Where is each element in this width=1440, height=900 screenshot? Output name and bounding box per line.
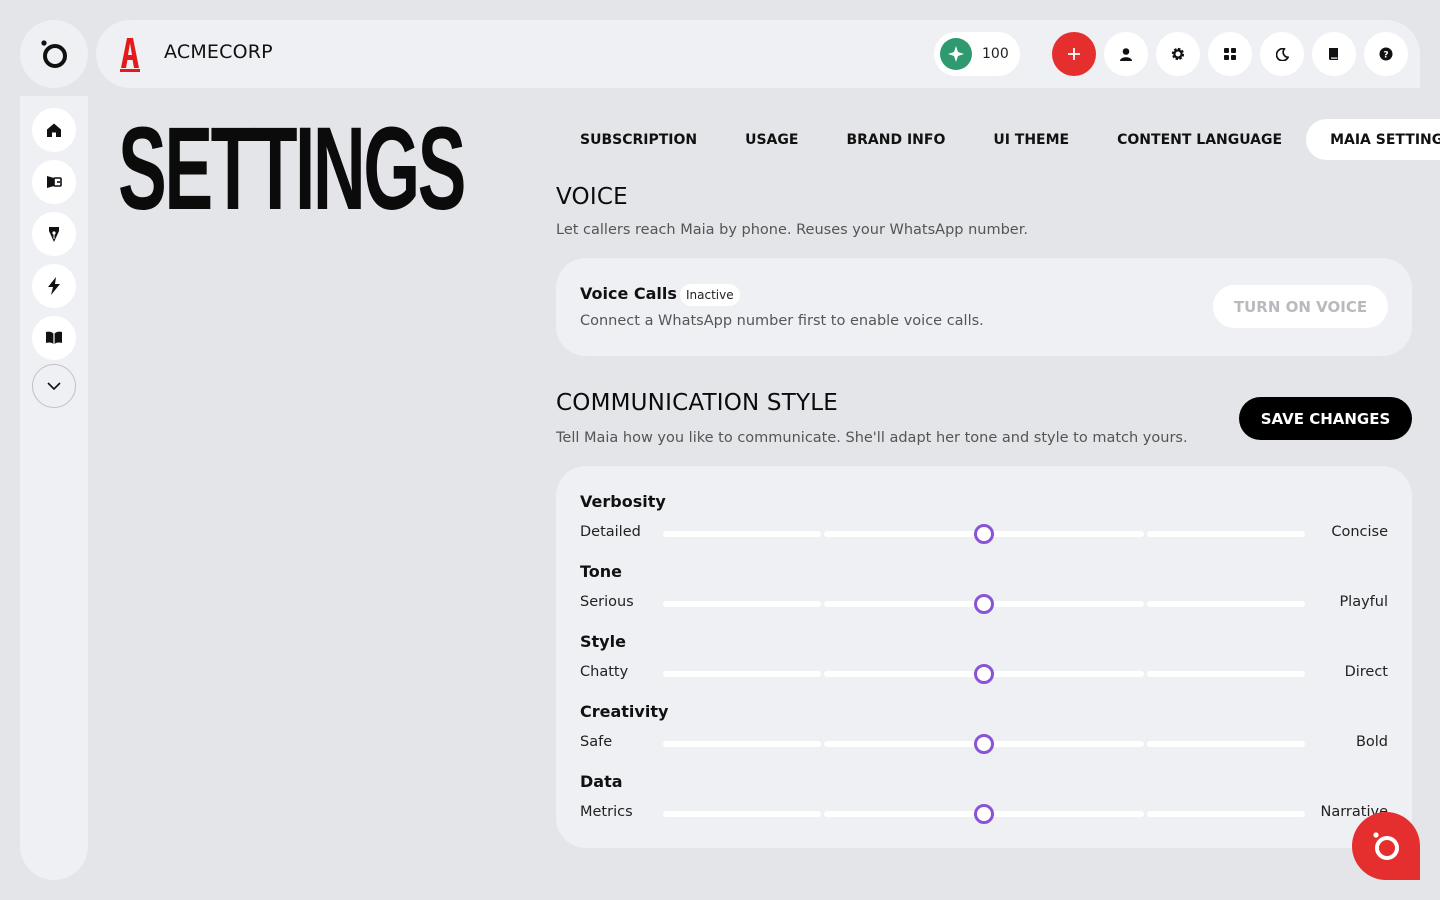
communication-style-title: COMMUNICATION STYLE [556, 390, 838, 416]
communication-style-card: Verbosity Detailed Concise Tone Serious … [556, 466, 1412, 848]
help-icon: ? [1379, 47, 1393, 61]
create-button[interactable] [1052, 32, 1096, 76]
save-changes-button[interactable]: SAVE CHANGES [1239, 397, 1412, 440]
voice-calls-description: Connect a WhatsApp number first to enabl… [580, 313, 984, 329]
credits-count: 100 [982, 46, 1009, 62]
tab-maia-settings[interactable]: MAIA SETTINGS [1306, 119, 1440, 160]
slider-min-label: Chatty [580, 664, 629, 680]
communication-style-description: Tell Maia how you like to communicate. S… [556, 430, 1188, 446]
settings-content[interactable]: VOICE Let callers reach Maia by phone. R… [556, 160, 1412, 900]
slider-thumb[interactable] [974, 804, 994, 824]
sidebar-item-campaigns[interactable] [32, 160, 76, 204]
moon-icon [1275, 47, 1289, 61]
settings-button[interactable] [1156, 32, 1200, 76]
slider-min-label: Metrics [580, 804, 633, 820]
turn-on-voice-button[interactable]: TURN ON VOICE [1213, 285, 1388, 328]
slider-max-label: Direct [1344, 664, 1388, 680]
slider-style: Style Chatty Direct [580, 632, 1388, 694]
slider-tone: Tone Serious Playful [580, 562, 1388, 624]
sidebar-item-create[interactable] [32, 212, 76, 256]
maia-logo-icon [41, 40, 67, 68]
slider-creativity: Creativity Safe Bold [580, 702, 1388, 764]
sidebar-item-library[interactable] [32, 316, 76, 360]
maia-chat-icon [1373, 832, 1399, 860]
dark-mode-button[interactable] [1260, 32, 1304, 76]
open-book-icon [46, 331, 62, 344]
brand-name: ACMECORP [164, 41, 273, 63]
tab-ui-theme[interactable]: UI THEME [969, 119, 1093, 160]
sidebar-item-automations[interactable] [32, 264, 76, 308]
slider-name: Data [580, 772, 623, 791]
status-badge: Inactive [680, 284, 740, 306]
slider-min-label: Serious [580, 594, 634, 610]
voice-calls-card: Voice Calls Inactive Connect a WhatsApp … [556, 258, 1412, 356]
settings-tabs: SUBSCRIPTION USAGE BRAND INFO UI THEME C… [556, 119, 1440, 160]
profile-button[interactable] [1104, 32, 1148, 76]
slider-thumb[interactable] [974, 524, 994, 544]
slider-data: Data Metrics Narrative [580, 772, 1388, 834]
slider-min-label: Detailed [580, 524, 641, 540]
slider-thumb[interactable] [974, 734, 994, 754]
slider-name: Tone [580, 562, 623, 581]
svg-text:?: ? [1383, 51, 1388, 61]
book-icon [1329, 48, 1338, 60]
credits-badge[interactable]: 100 [934, 32, 1020, 76]
slider-thumb[interactable] [974, 664, 994, 684]
slider-name: Creativity [580, 702, 669, 721]
tab-brand-info[interactable]: BRAND INFO [822, 119, 969, 160]
grid-icon [1224, 48, 1236, 60]
sidebar-item-home[interactable] [32, 108, 76, 152]
slider-max-label: Bold [1355, 734, 1388, 750]
slider-name: Style [580, 632, 626, 651]
bolt-icon [48, 277, 60, 295]
user-icon [1120, 48, 1132, 61]
voice-section-description: Let callers reach Maia by phone. Reuses … [556, 222, 1028, 238]
header-bar: ACMECORP 100 ? [96, 20, 1420, 88]
plus-icon [1068, 48, 1080, 60]
megaphone-icon [46, 176, 62, 188]
tab-subscription[interactable]: SUBSCRIPTION [556, 119, 721, 160]
page-title: SETTINGS [118, 103, 466, 235]
chevron-down-icon [47, 382, 61, 390]
voice-section-title: VOICE [556, 184, 628, 210]
slider-max-label: Playful [1339, 594, 1388, 610]
apps-button[interactable] [1208, 32, 1252, 76]
maia-chat-button[interactable] [1352, 812, 1420, 880]
help-button[interactable]: ? [1364, 32, 1408, 76]
docs-button[interactable] [1312, 32, 1356, 76]
home-icon [47, 123, 61, 137]
sparkle-icon [940, 38, 972, 70]
sidebar [20, 96, 88, 880]
voice-calls-title: Voice Calls [580, 284, 677, 303]
app-logo[interactable] [20, 20, 88, 88]
sidebar-expand-button[interactable] [32, 364, 76, 408]
brand-logo [120, 38, 140, 72]
tab-usage[interactable]: USAGE [721, 119, 822, 160]
tab-content-language[interactable]: CONTENT LANGUAGE [1093, 119, 1306, 160]
slider-max-label: Concise [1331, 524, 1388, 540]
slider-thumb[interactable] [974, 594, 994, 614]
pen-nib-icon [49, 226, 59, 242]
slider-verbosity: Verbosity Detailed Concise [580, 492, 1388, 554]
slider-name: Verbosity [580, 492, 666, 511]
slider-min-label: Safe [580, 734, 613, 750]
gear-icon [1171, 47, 1185, 61]
